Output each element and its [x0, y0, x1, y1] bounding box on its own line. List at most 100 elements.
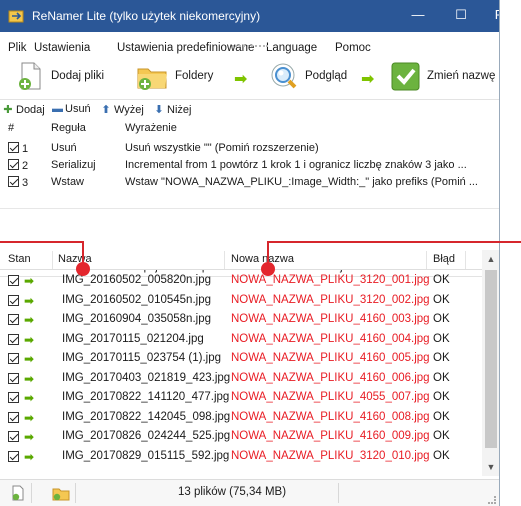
file-checkbox[interactable] — [8, 333, 19, 345]
arrow-down-icon: ⬇ — [154, 104, 164, 116]
scroll-down-icon[interactable]: ▼ — [482, 458, 499, 476]
file-checkbox[interactable] — [8, 411, 19, 423]
menu-pomoc[interactable]: Pomoc — [335, 42, 371, 54]
file-row[interactable]: ➡ IMG_20160502_005820n.jpg NOWA_NAZWA_PLIK… — [0, 271, 482, 291]
callout-dot-new-name — [261, 262, 275, 276]
status-bar: 13 plików (75,34 MB) — [0, 479, 499, 506]
preview-label: Podgląd — [305, 70, 348, 82]
files-header: Stan Nazwa Nowa nazwa Błąd — [0, 250, 482, 270]
minimize-button[interactable]: — — [397, 0, 439, 32]
resize-grip[interactable] — [488, 496, 496, 504]
status-arrow-icon: ➡ — [24, 410, 35, 425]
files-rows: ➡ IMG_20160502_005820n.jpg NOWA_NAZWA_PLIK… — [0, 271, 482, 477]
rules-table: # Reguła Wyrażenie 1 Usuń Usuń wszystkie… — [6, 120, 494, 208]
col-state[interactable]: Stan — [8, 253, 31, 265]
minus-icon: ▬ — [52, 103, 63, 115]
checkmark-icon — [391, 62, 420, 91]
file-checkbox[interactable] — [8, 431, 19, 442]
rules-col-expr[interactable]: Wyrażenie — [125, 122, 493, 134]
folders-button[interactable]: Foldery — [136, 58, 213, 94]
file-checkbox[interactable] — [8, 275, 19, 286]
file-name: IMG_20170822_142045_098.jpg — [62, 410, 231, 423]
file-checkbox[interactable] — [8, 392, 19, 403]
rules-toolbar: ✚ Dodaj ▬ Usuń ⬆ Wyżej ⬇ Niżej — [0, 99, 499, 117]
file-checkbox[interactable] — [8, 314, 19, 325]
file-new-name: NOWA_NAZWA_PLIKU_4160_003.jpg — [231, 313, 430, 325]
file-row[interactable]: ➡ IMG_20170822_142045_098.jpg NOWA_NAZWA_P… — [0, 408, 482, 428]
file-new-name: NOWA_NAZWA_PLIKU_4160_008.jpg — [231, 410, 430, 423]
file-new-name: NOWA_NAZWA_PLIKU_4055_007.jpg — [231, 391, 430, 403]
file-error: OK — [433, 332, 450, 345]
file-status-icon[interactable] — [10, 485, 26, 501]
status-arrow-icon: ➡ — [24, 332, 35, 347]
rules-col-rule[interactable]: Reguła — [51, 122, 121, 134]
scrollbar-thumb[interactable] — [485, 270, 497, 448]
maximize-button[interactable]: ☐ — [440, 0, 482, 32]
rule-expression: Incremental from 1 powtórz 1 krok 1 i og… — [125, 159, 467, 171]
remove-rule-button[interactable]: ▬ Usuń — [52, 103, 91, 115]
rule-row[interactable]: 1 Usuń Usuń wszystkie "" (Pomiń rozszerz… — [6, 140, 494, 158]
title-bar[interactable]: ReNamer Lite (tylko użytek niekomercyjny… — [0, 0, 499, 32]
folder-status-icon[interactable] — [52, 485, 70, 501]
file-new-name: NOWA_NAZWA_PLIKU_3120_010.jpg — [231, 449, 430, 462]
splitter-grip[interactable] — [232, 45, 268, 49]
scroll-up-icon[interactable]: ▲ — [482, 250, 499, 268]
file-row[interactable]: ➡ IMG_20170403_021819_423.jpg NOWA_NAZWA_P… — [0, 369, 482, 389]
rule-checkbox[interactable] — [8, 159, 19, 170]
menu-plik[interactable]: Plik — [8, 42, 27, 54]
move-up-button[interactable]: ⬆ Wyżej — [101, 103, 143, 116]
preview-button[interactable]: Podgląd — [268, 58, 347, 94]
rules-col-num[interactable]: # — [8, 122, 36, 134]
callout-line-new-name — [267, 241, 521, 243]
rule-row[interactable]: 3 Wstaw Wstaw "NOWA_NAZWA_PLIKU_:Image_W… — [6, 174, 494, 192]
rename-button[interactable]: Zmień nazwę — [390, 58, 495, 94]
file-row[interactable]: ➡ IMG_20170826_024244_525.jpg NOWA_NAZWA_P… — [0, 427, 482, 447]
file-name: IMG_20170403_021819_423.jpg — [62, 371, 231, 384]
file-row[interactable]: ➡ IMG_20170115_021204.jpg NOWA_NAZWA_PLIKU… — [0, 330, 482, 350]
menu-ustawienia[interactable]: Ustawienia — [34, 42, 90, 54]
file-checkbox[interactable] — [8, 450, 19, 462]
rules-header: # Reguła Wyrażenie — [6, 120, 494, 138]
close-button[interactable]: Re — [482, 0, 499, 32]
file-name: IMG_20160502_010545n.jpg — [62, 293, 211, 306]
add-rule-button[interactable]: ✚ Dodaj — [3, 103, 44, 116]
file-name: IMG_20170826_024244_525.jpg — [62, 430, 231, 442]
file-name: IMG_20170822_141120_477.jpg — [62, 391, 230, 403]
file-row[interactable]: ➡ IMG_20160904_035058n.jpg NOWA_NAZWA_PLIK… — [0, 310, 482, 330]
rename-label: Zmień nazwę — [427, 70, 496, 82]
file-name: IMG_20160904_035058n.jpg — [62, 313, 211, 325]
main-toolbar: Dodaj pliki Foldery ➡ Podgląd ➡ Zmień na… — [0, 58, 499, 98]
rule-expression: Usuń wszystkie "" (Pomiń rozszerzenie) — [125, 142, 319, 154]
rule-name: Serializuj — [51, 159, 96, 171]
magnifier-icon — [271, 63, 297, 89]
file-checkbox[interactable] — [8, 353, 19, 364]
add-files-button[interactable]: Dodaj pliki — [14, 58, 104, 94]
status-arrow-icon: ➡ — [24, 371, 35, 386]
folders-label: Foldery — [175, 70, 214, 82]
folder-icon — [137, 68, 167, 90]
file-checkbox[interactable] — [8, 372, 19, 384]
rule-checkbox[interactable] — [8, 142, 19, 153]
file-row[interactable]: ➡ IMG_20170115_023754 (1).jpg NOWA_NAZWA_P… — [0, 349, 482, 369]
col-error[interactable]: Błąd — [433, 253, 455, 265]
file-name: IMG_20170115_023754 (1).jpg — [62, 352, 221, 364]
move-down-button[interactable]: ⬇ Niżej — [154, 103, 191, 116]
rule-row[interactable]: 2 Serializuj Incremental from 1 powtórz … — [6, 157, 494, 175]
file-checkbox[interactable] — [8, 294, 19, 306]
file-error: OK — [433, 293, 450, 306]
status-arrow-icon: ➡ — [24, 313, 35, 327]
file-row[interactable]: ➡ IMG_20170822_141120_477.jpg NOWA_NAZWA_P… — [0, 388, 482, 408]
file-row[interactable]: ➡ IMG_20160502_010545n.jpg NOWA_NAZWA_PLIK… — [0, 291, 482, 311]
rule-checkbox[interactable] — [8, 176, 19, 187]
file-error: OK — [433, 391, 450, 403]
file-new-name: NOWA_NAZWA_PLIKU_4160_005.jpg — [231, 352, 430, 364]
file-row[interactable]: ➡ IMG_20170829_015115_592.jpg NOWA_NAZWA_P… — [0, 447, 482, 467]
pane-splitter[interactable] — [0, 208, 499, 252]
callout-dot-name — [76, 262, 90, 276]
status-arrow-icon: ➡ — [24, 430, 35, 444]
menu-language[interactable]: Language — [266, 42, 317, 54]
flow-arrow-icon: ➡ — [361, 71, 375, 88]
vertical-scrollbar[interactable]: ▲ ▼ — [482, 250, 499, 476]
rule-expression: Wstaw "NOWA_NAZWA_PLIKU_:Image_Width:_" … — [125, 176, 478, 188]
status-arrow-icon: ➡ — [24, 274, 35, 288]
